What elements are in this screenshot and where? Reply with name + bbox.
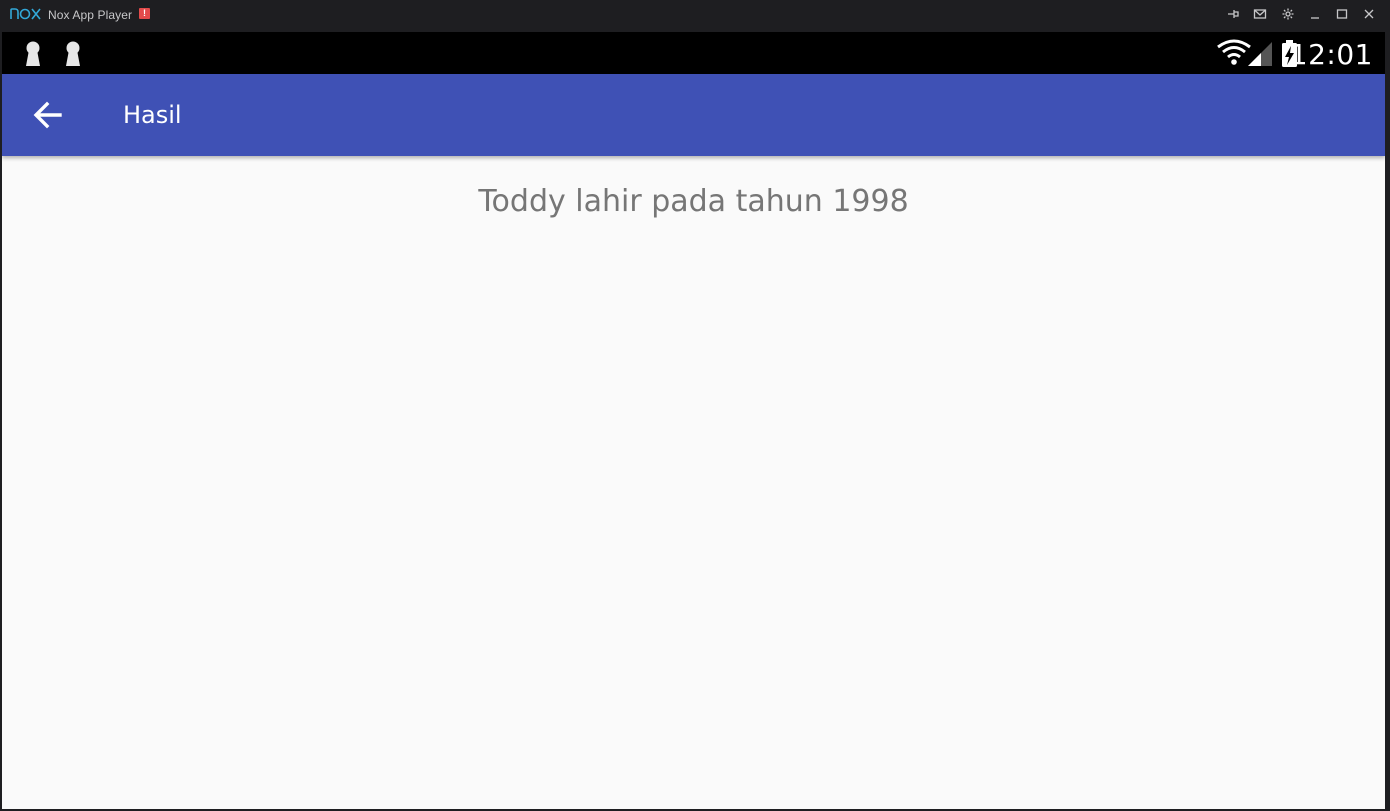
nox-logo-icon — [10, 8, 41, 20]
minimize-icon — [1311, 17, 1319, 19]
close-button[interactable] — [1360, 5, 1378, 23]
wifi-icon — [1217, 39, 1251, 65]
settings-button[interactable] — [1279, 5, 1297, 23]
maximize-icon — [1336, 9, 1348, 19]
keyhole-icon — [26, 41, 40, 66]
window-edge — [1385, 30, 1390, 811]
gear-icon — [1282, 8, 1294, 20]
maximize-button[interactable] — [1333, 5, 1351, 23]
title-bar[interactable]: Nox App Player ! — [0, 0, 1390, 30]
pin-button[interactable] — [1224, 5, 1242, 23]
status-clock: 12:01 — [1289, 38, 1373, 71]
back-button[interactable] — [24, 94, 72, 136]
mail-icon — [1253, 9, 1267, 19]
alert-badge[interactable]: ! — [139, 8, 150, 19]
page-title: Hasil — [123, 101, 182, 129]
signal-icon — [1248, 42, 1272, 66]
status-bar[interactable]: 12:01 — [2, 32, 1385, 74]
arrow-back-icon — [33, 101, 62, 129]
message-button[interactable] — [1251, 5, 1269, 23]
result-text: Toddy lahir pada tahun 1998 — [478, 184, 909, 219]
app-title: Nox App Player — [48, 8, 133, 22]
app-bar: Hasil — [2, 74, 1385, 156]
pin-icon — [1228, 10, 1239, 18]
android-screen[interactable]: 12:01 Hasil Toddy lahir pada tahun 1998 — [2, 32, 1385, 809]
nox-window: Nox App Player ! 12:01 Hasil Toddy lahir… — [0, 0, 1390, 811]
close-icon — [1364, 9, 1374, 19]
keyhole-icon — [66, 41, 80, 66]
minimize-button[interactable] — [1306, 5, 1324, 23]
